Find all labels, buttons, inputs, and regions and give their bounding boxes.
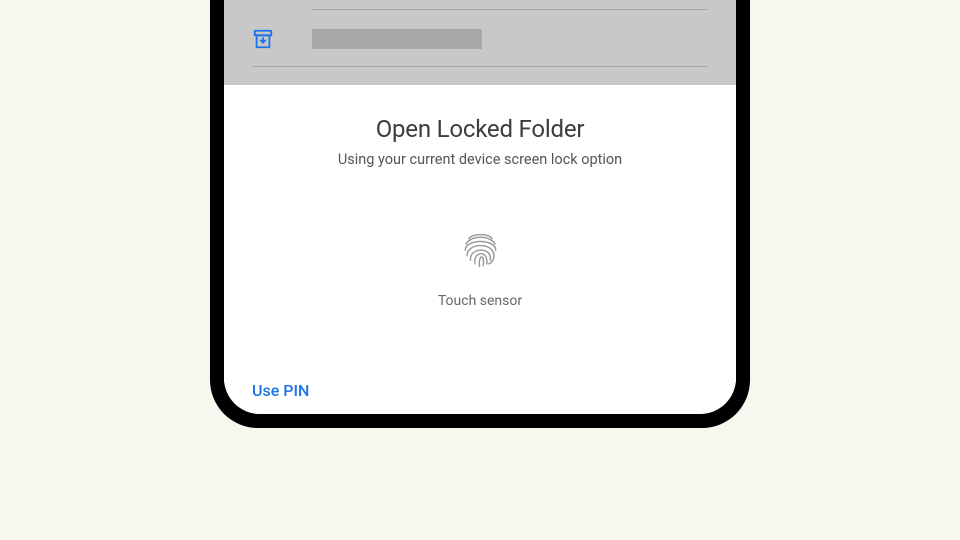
- list-row: [252, 10, 708, 67]
- auth-subtitle: Using your current device screen lock op…: [338, 151, 622, 168]
- background-list-area: [224, 0, 736, 85]
- fingerprint-icon[interactable]: [458, 226, 503, 271]
- phone-frame: Open Locked Folder Using your current de…: [210, 0, 750, 428]
- touch-sensor-label: Touch sensor: [438, 293, 522, 309]
- auth-sheet: Open Locked Folder Using your current de…: [224, 85, 736, 414]
- screen: Open Locked Folder Using your current de…: [224, 0, 736, 414]
- redacted-text-block: [312, 29, 482, 49]
- archive-icon: [252, 28, 274, 50]
- list-divider: [312, 0, 708, 10]
- auth-title: Open Locked Folder: [376, 115, 585, 143]
- use-pin-button[interactable]: Use PIN: [252, 381, 309, 400]
